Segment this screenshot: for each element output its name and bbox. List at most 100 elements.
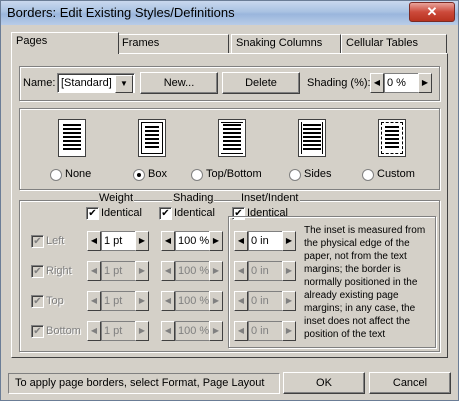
arrow-right-icon[interactable]: ▶ [135, 231, 149, 251]
left-label[interactable]: Left [46, 235, 64, 247]
right-weight-spinner[interactable]: ◀ 1 pt ▶ [87, 261, 149, 281]
page-box-icon[interactable] [138, 119, 166, 157]
bottom-shading-spinner[interactable]: ◀ 100 % ▶ [161, 321, 223, 341]
right-checkbox[interactable]: ✔ [31, 265, 44, 278]
page-shading-spinner[interactable]: ◀ 0 % ▶ [370, 73, 432, 93]
left-checkbox[interactable]: ✔ [31, 235, 44, 248]
radio-none-label[interactable]: None [65, 168, 91, 180]
radio-none[interactable] [50, 169, 62, 181]
window-title: Borders: Edit Existing Styles/Definition… [7, 5, 235, 20]
arrow-left-icon[interactable]: ◀ [370, 73, 384, 93]
arrow-left-icon[interactable]: ◀ [87, 321, 101, 341]
bottom-inset-spinner[interactable]: ◀ 0 in ▶ [234, 321, 296, 341]
arrow-right-icon[interactable]: ▶ [209, 231, 223, 251]
arrow-left-icon[interactable]: ◀ [234, 231, 248, 251]
bottom-shading-value[interactable]: 100 % [175, 321, 211, 341]
page-shading-value[interactable]: 0 % [384, 73, 420, 93]
arrow-left-icon[interactable]: ◀ [234, 261, 248, 281]
title-bar[interactable]: Borders: Edit Existing Styles/Definition… [1, 1, 458, 25]
right-shading-spinner[interactable]: ◀ 100 % ▶ [161, 261, 223, 281]
arrow-right-icon[interactable]: ▶ [209, 261, 223, 281]
weight-identical-label[interactable]: Identical [101, 207, 142, 219]
page-sides-icon[interactable] [298, 119, 326, 157]
radio-custom-label[interactable]: Custom [377, 168, 415, 180]
arrow-left-icon[interactable]: ◀ [161, 261, 175, 281]
close-button[interactable]: ✕ [409, 2, 455, 22]
arrow-right-icon[interactable]: ▶ [209, 291, 223, 311]
radio-custom[interactable] [362, 169, 374, 181]
right-label[interactable]: Right [46, 265, 72, 277]
arrow-left-icon[interactable]: ◀ [234, 321, 248, 341]
arrow-right-icon[interactable]: ▶ [282, 261, 296, 281]
right-shading-value[interactable]: 100 % [175, 261, 211, 281]
radio-box[interactable] [133, 169, 145, 181]
shading-percent-label: Shading (%): [307, 77, 371, 89]
arrow-right-icon[interactable]: ▶ [282, 321, 296, 341]
arrow-right-icon[interactable]: ▶ [135, 291, 149, 311]
arrow-left-icon[interactable]: ◀ [87, 231, 101, 251]
chevron-down-icon[interactable]: ▼ [115, 75, 133, 93]
left-inset-value[interactable]: 0 in [248, 231, 284, 251]
arrow-right-icon[interactable]: ▶ [418, 73, 432, 93]
left-shading-spinner[interactable]: ◀ 100 % ▶ [161, 231, 223, 251]
arrow-left-icon[interactable]: ◀ [234, 291, 248, 311]
delete-button[interactable]: Delete [222, 72, 300, 94]
shading-identical-label[interactable]: Identical [174, 207, 215, 219]
top-shading-value[interactable]: 100 % [175, 291, 211, 311]
radio-box-label[interactable]: Box [148, 168, 167, 180]
name-dropdown[interactable]: [Standard] ▼ [57, 73, 135, 93]
dialog-window: Borders: Edit Existing Styles/Definition… [0, 0, 459, 401]
tab-frames[interactable]: Frames [117, 34, 229, 53]
top-shading-spinner[interactable]: ◀ 100 % ▶ [161, 291, 223, 311]
top-inset-spinner[interactable]: ◀ 0 in ▶ [234, 291, 296, 311]
tab-cellular-tables[interactable]: Cellular Tables [341, 34, 447, 53]
tab-snaking-columns[interactable]: Snaking Columns [231, 34, 341, 53]
arrow-left-icon[interactable]: ◀ [161, 291, 175, 311]
right-weight-value[interactable]: 1 pt [101, 261, 137, 281]
arrow-right-icon[interactable]: ▶ [209, 321, 223, 341]
arrow-right-icon[interactable]: ▶ [135, 261, 149, 281]
bottom-checkbox[interactable]: ✔ [31, 325, 44, 338]
dialog-body: Pages Frames Snaking Columns Cellular Ta… [5, 25, 454, 396]
bottom-label[interactable]: Bottom [46, 325, 81, 337]
page-top-bottom-icon[interactable] [218, 119, 246, 157]
arrow-right-icon[interactable]: ▶ [135, 321, 149, 341]
top-weight-value[interactable]: 1 pt [101, 291, 137, 311]
top-checkbox[interactable]: ✔ [31, 295, 44, 308]
arrow-right-icon[interactable]: ▶ [282, 231, 296, 251]
arrow-left-icon[interactable]: ◀ [161, 321, 175, 341]
arrow-right-icon[interactable]: ▶ [282, 291, 296, 311]
arrow-left-icon[interactable]: ◀ [87, 291, 101, 311]
radio-top-bottom-label[interactable]: Top/Bottom [206, 168, 262, 180]
bottom-weight-value[interactable]: 1 pt [101, 321, 137, 341]
radio-sides-label[interactable]: Sides [304, 168, 332, 180]
page-none-icon[interactable] [58, 119, 86, 157]
shading-identical-checkbox[interactable]: ✔ [159, 207, 172, 220]
arrow-left-icon[interactable]: ◀ [87, 261, 101, 281]
top-inset-value[interactable]: 0 in [248, 291, 284, 311]
tab-panel-pages: Name: [Standard] ▼ New... Delete Shading… [11, 53, 448, 358]
bottom-weight-spinner[interactable]: ◀ 1 pt ▶ [87, 321, 149, 341]
weight-identical-checkbox[interactable]: ✔ [86, 207, 99, 220]
left-weight-spinner[interactable]: ◀ 1 pt ▶ [87, 231, 149, 251]
page-custom-icon[interactable] [378, 119, 406, 157]
arrow-left-icon[interactable]: ◀ [161, 231, 175, 251]
cancel-button[interactable]: Cancel [369, 372, 451, 394]
left-shading-value[interactable]: 100 % [175, 231, 211, 251]
radio-top-bottom[interactable] [191, 169, 203, 181]
right-inset-spinner[interactable]: ◀ 0 in ▶ [234, 261, 296, 281]
radio-sides[interactable] [289, 169, 301, 181]
inset-info-text: The inset is measured from the physical … [304, 225, 426, 340]
top-label[interactable]: Top [46, 295, 64, 307]
style-group: Name: [Standard] ▼ New... Delete Shading… [19, 66, 440, 101]
shading-header: Shading [172, 192, 215, 204]
new-button[interactable]: New... [140, 72, 218, 94]
right-inset-value[interactable]: 0 in [248, 261, 284, 281]
left-weight-value[interactable]: 1 pt [101, 231, 137, 251]
bottom-inset-value[interactable]: 0 in [248, 321, 284, 341]
tab-pages[interactable]: Pages [11, 32, 119, 54]
weight-header: Weight [98, 192, 135, 204]
ok-button[interactable]: OK [283, 372, 365, 394]
left-inset-spinner[interactable]: ◀ 0 in ▶ [234, 231, 296, 251]
top-weight-spinner[interactable]: ◀ 1 pt ▶ [87, 291, 149, 311]
